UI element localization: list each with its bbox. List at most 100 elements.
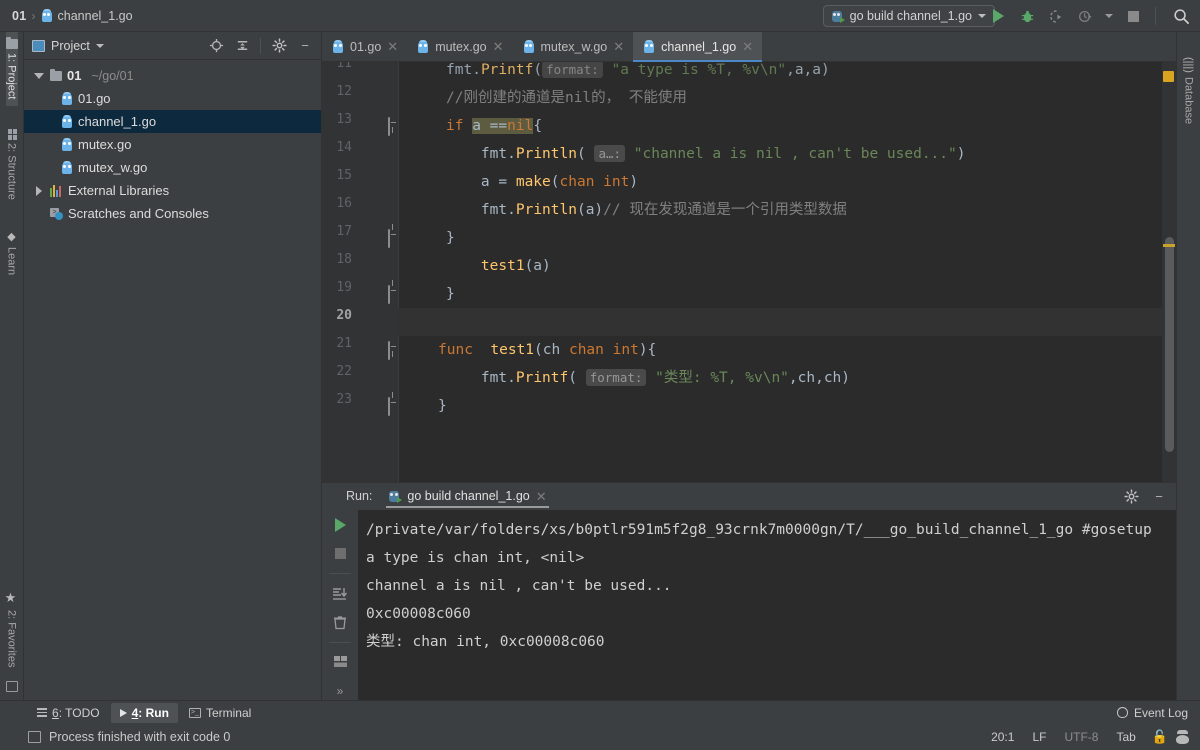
sidebar-item-learn[interactable]: ◆ Learn: [5, 223, 18, 282]
chevron-down-icon: [978, 14, 986, 18]
profile-icon[interactable]: [1076, 7, 1094, 25]
bottom-item-run[interactable]: 4: Run: [110, 702, 178, 723]
editor-tabs: 01.go ✕ mutex.go ✕ mutex_w.go ✕ channel_…: [322, 32, 1176, 62]
line-number: 22: [336, 364, 352, 379]
editor-marker-gutter[interactable]: [1162, 62, 1176, 482]
locate-file-icon[interactable]: [206, 36, 226, 56]
caret-position[interactable]: 20:1: [982, 730, 1023, 744]
bottom-item-todo[interactable]: 6: TODO: [28, 703, 109, 723]
editor-scrollbar-thumb[interactable]: [1165, 237, 1174, 452]
rerun-icon[interactable]: [330, 516, 350, 535]
go-file-icon: [643, 39, 655, 54]
code-content[interactable]: fmt.Printf(format: "a type is %T, %v\n",…: [398, 62, 1162, 482]
warning-marker-icon[interactable]: [1163, 71, 1174, 82]
face-icon[interactable]: [1175, 730, 1190, 744]
close-icon[interactable]: ✕: [536, 490, 547, 503]
tree-node-mutex-w-go[interactable]: mutex_w.go: [24, 156, 321, 179]
code-line-22: fmt.Printf( format: "类型: %T, %v\n",ch,ch…: [480, 369, 851, 386]
close-icon[interactable]: ✕: [387, 40, 398, 53]
folder-icon: [5, 37, 18, 49]
tree-node-mutex-go[interactable]: mutex.go: [24, 133, 321, 156]
console-line: a type is chan int, <nil>: [366, 549, 585, 566]
go-file-icon: [41, 8, 53, 23]
editor-column: 01.go ✕ mutex.go ✕ mutex_w.go ✕ channel_…: [322, 32, 1176, 700]
editor-tab-01-go[interactable]: 01.go ✕: [322, 32, 407, 61]
event-log-button[interactable]: Event Log: [1116, 706, 1200, 720]
layout-icon[interactable]: [330, 653, 350, 672]
close-icon[interactable]: ✕: [613, 40, 624, 53]
run-console-output[interactable]: /private/var/folders/xs/b0ptlr591m5f2g8_…: [358, 509, 1176, 700]
sidebar-item-favorites[interactable]: ★ 2: Favorites: [4, 584, 19, 674]
line-number: 15: [336, 168, 352, 183]
tree-node-external-libraries[interactable]: External Libraries: [24, 179, 321, 202]
project-view-chevron-down-icon[interactable]: [95, 43, 104, 48]
run-panel-header: Run: go build channel_1.go ✕ −: [322, 483, 1176, 510]
sidebar-item-database[interactable]: (|||) Database: [1183, 50, 1195, 131]
gear-icon[interactable]: [1122, 487, 1140, 505]
project-panel: Project − 01 ~/go/01 01.go channel_1.go …: [24, 32, 322, 700]
close-icon[interactable]: ✕: [742, 40, 753, 53]
tree-node-scratches-and-consoles[interactable]: > Scratches and Consoles: [24, 202, 321, 225]
stop-icon[interactable]: [1124, 7, 1142, 25]
line-number: 17: [336, 224, 352, 239]
more-icon[interactable]: »: [330, 681, 350, 700]
scroll-to-end-icon[interactable]: [330, 584, 350, 603]
go-file-icon: [332, 39, 344, 54]
line-number: 16: [336, 196, 352, 211]
hide-panel-icon[interactable]: −: [295, 36, 315, 56]
run-panel-tab[interactable]: go build channel_1.go ✕: [382, 487, 552, 509]
go-file-icon: [523, 39, 535, 54]
go-build-icon: [831, 9, 845, 23]
breadcrumb-project[interactable]: 01: [12, 9, 27, 23]
editor-area[interactable]: 11 12 13 14 15 16 17 18 19 20 21 22 23 f…: [322, 62, 1176, 482]
structure-icon: [6, 129, 17, 141]
run-panel-tab-label: go build channel_1.go: [407, 489, 530, 504]
tree-node-01-go[interactable]: 01.go: [24, 87, 321, 110]
warning-stripe[interactable]: [1163, 244, 1175, 247]
editor-tab-mutex-go[interactable]: mutex.go ✕: [407, 32, 512, 61]
profile-dropdown-icon[interactable]: [1105, 14, 1113, 18]
lock-icon[interactable]: 🔓: [1145, 729, 1175, 745]
run-configuration-selector[interactable]: go build channel_1.go: [822, 5, 995, 27]
sidebar-item-favorites-label: 2: Favorites: [5, 609, 18, 667]
tree-node-project-root[interactable]: 01 ~/go/01: [24, 64, 321, 87]
editor-tab-channel-1-go[interactable]: channel_1.go ✕: [633, 32, 763, 62]
search-everywhere-button[interactable]: [1173, 0, 1190, 32]
breadcrumb-file[interactable]: channel_1.go: [58, 9, 133, 23]
main-row: 1: Project 2: Structure ◆ Learn ★ 2: Fav…: [0, 32, 1200, 700]
run-panel-label: Run:: [346, 489, 373, 504]
editor-tab-mutex-w-go[interactable]: mutex_w.go ✕: [513, 32, 634, 61]
chevron-expanded-icon[interactable]: [32, 72, 45, 79]
debug-icon[interactable]: [1018, 7, 1036, 25]
chevron-collapsed-icon[interactable]: [32, 185, 45, 196]
line-number: 12: [336, 84, 352, 99]
code-line-21: func test1(ch chan int){: [438, 342, 657, 358]
line-number: 11: [336, 62, 352, 71]
sidebar-item-database-label: Database: [1182, 76, 1195, 124]
run-icon: [119, 708, 127, 717]
sidebar-item-learn-label: Learn: [5, 247, 18, 276]
sidebar-item-project[interactable]: 1: Project: [5, 32, 18, 107]
tree-node-label: Scratches and Consoles: [68, 206, 209, 221]
gear-icon[interactable]: [269, 36, 289, 56]
trash-icon[interactable]: [330, 613, 350, 632]
star-icon: ★: [4, 590, 19, 606]
editor-gutter[interactable]: 11 12 13 14 15 16 17 18 19 20 21 22 23: [322, 62, 398, 482]
file-encoding[interactable]: UTF-8: [1055, 730, 1107, 744]
line-separator[interactable]: LF: [1023, 730, 1055, 744]
tree-node-channel-1-go[interactable]: channel_1.go: [24, 110, 321, 133]
event-log-icon: [1116, 707, 1128, 718]
stop-icon[interactable]: [330, 545, 350, 564]
collapse-all-icon[interactable]: [232, 36, 252, 56]
hide-panel-icon[interactable]: −: [1150, 487, 1168, 505]
run-panel-side-toolbar: »: [322, 509, 358, 700]
go-file-icon: [61, 160, 73, 175]
window-layout-button[interactable]: [5, 674, 18, 700]
run-icon[interactable]: [989, 7, 1007, 25]
sidebar-item-structure[interactable]: 2: Structure: [6, 122, 18, 207]
status-window-icon[interactable]: [28, 731, 41, 743]
indent-setting[interactable]: Tab: [1107, 730, 1144, 744]
bottom-item-terminal[interactable]: >_ Terminal: [180, 703, 260, 723]
close-icon[interactable]: ✕: [493, 40, 504, 53]
run-with-coverage-icon[interactable]: [1047, 7, 1065, 25]
